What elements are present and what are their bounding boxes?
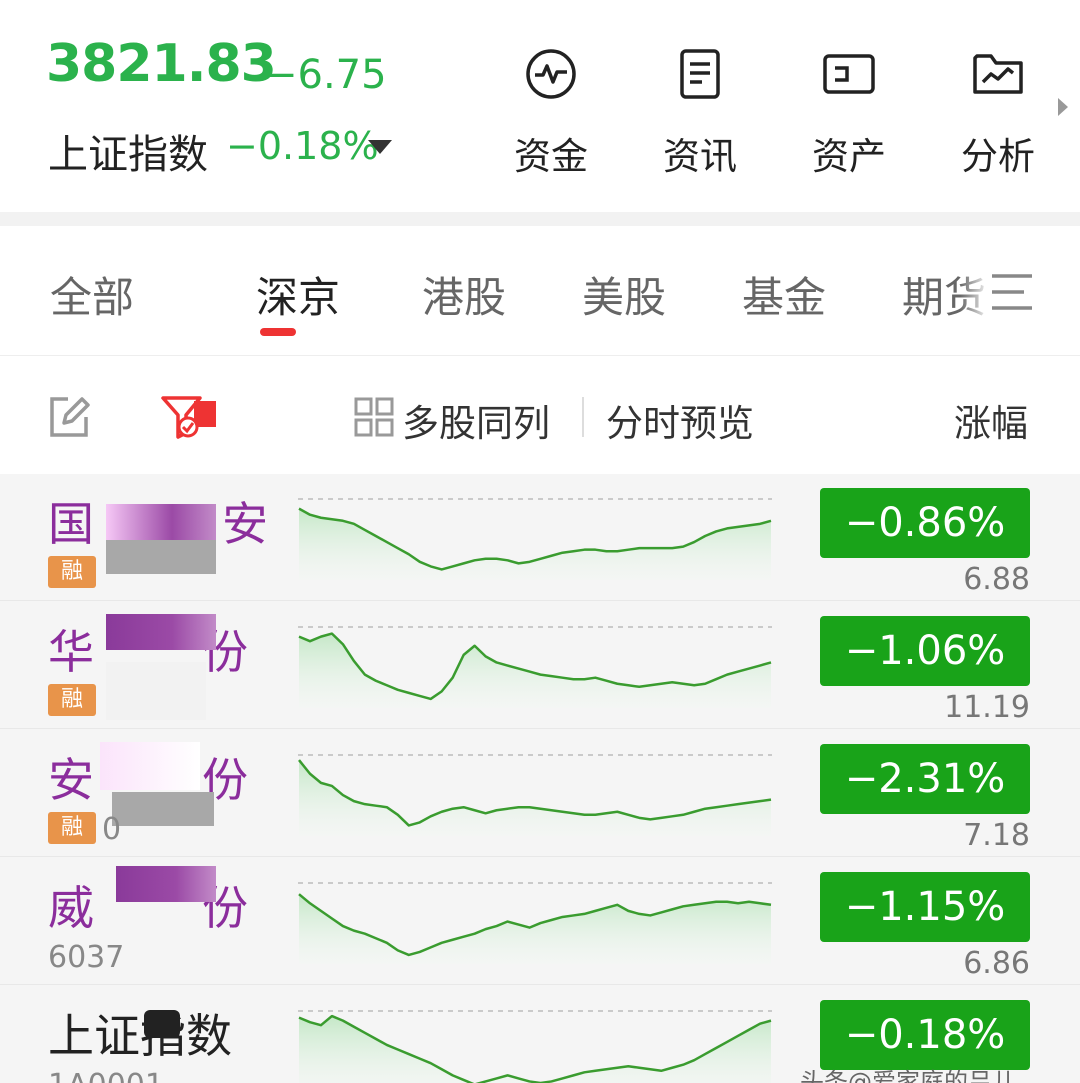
tab-sz-bj[interactable]: 深京	[256, 264, 340, 325]
sparkline-area	[299, 1016, 771, 1083]
tab-hk[interactable]: 港股	[422, 264, 506, 325]
wallet-icon	[823, 54, 875, 94]
change-pct-badge: −2.31%	[820, 744, 1030, 814]
news-label: 资讯	[663, 135, 737, 178]
section-divider	[0, 212, 1080, 226]
redaction	[144, 1010, 180, 1038]
margin-badge: 融	[48, 684, 96, 716]
sparkline-area	[299, 633, 771, 708]
grid-icon[interactable]	[354, 397, 394, 437]
stock-name: 国	[48, 497, 94, 551]
assets-button[interactable]: 资产	[794, 46, 904, 178]
redaction	[106, 662, 206, 720]
price: 11.19	[944, 690, 1030, 725]
chart-folder-icon	[973, 54, 1023, 94]
analysis-button[interactable]: 分析	[943, 46, 1053, 178]
margin-badge: 融	[48, 556, 96, 588]
index-pct: −0.18%	[226, 124, 379, 168]
intraday-sparkline	[298, 1010, 772, 1083]
stock-name-tail: 安	[222, 497, 268, 551]
edit-icon[interactable]	[46, 395, 90, 439]
stock-row[interactable]: 威 份 60371 −1.15% 6.86	[0, 858, 1080, 985]
index-header: 3821.83 −6.75 上证指数 −0.18% 资金 资讯 资产 分析	[0, 0, 1080, 212]
price: 6.86	[963, 946, 1030, 981]
intraday-sparkline	[298, 626, 772, 708]
intraday-sparkline	[298, 498, 772, 580]
news-icon	[680, 49, 720, 99]
stock-row[interactable]: 安 份 融 0 −2.31% 7.18	[0, 730, 1080, 857]
redaction	[116, 866, 216, 902]
watermark: 头条@爱家庭的吕儿	[800, 1068, 1016, 1083]
redaction	[100, 742, 200, 790]
stock-list: 国 安 融 −0.86% 6.88 华 份 融 −1.06% 11.19 安 份…	[0, 474, 1080, 1083]
tab-all[interactable]: 全部	[50, 264, 134, 325]
stock-name: 安	[48, 753, 94, 807]
stock-row[interactable]: 国 安 融 −0.86% 6.88	[0, 474, 1080, 601]
analysis-label: 分析	[961, 135, 1035, 178]
price: 7.18	[963, 818, 1030, 853]
stock-code: 0	[102, 812, 122, 847]
change-pct-badge: −1.15%	[820, 872, 1030, 942]
market-tabs: 全部 深京 港股 美股 基金 期货	[0, 226, 1080, 356]
redaction	[106, 504, 216, 540]
toolbar-divider	[582, 397, 584, 437]
funds-button[interactable]: 资金	[496, 46, 606, 178]
intraday-sparkline	[298, 754, 772, 836]
menu-icon[interactable]	[990, 270, 1034, 314]
index-name[interactable]: 上证指数	[48, 122, 208, 180]
stock-name: 威	[48, 881, 94, 935]
stock-code: 1A0001	[48, 1068, 164, 1083]
stock-row[interactable]: 华 份 融 −1.06% 11.19	[0, 602, 1080, 729]
pulse-icon	[526, 49, 576, 99]
list-toolbar: 多股同列 分时预览 涨幅	[0, 357, 1080, 474]
tab-active-indicator	[260, 328, 296, 336]
change-pct-badge: −0.86%	[820, 488, 1030, 558]
chevron-right-icon[interactable]	[1058, 98, 1068, 116]
stock-name: 上证指数	[48, 1009, 232, 1063]
index-value[interactable]: 3821.83	[46, 34, 277, 94]
multi-stock-button[interactable]: 多股同列	[402, 393, 550, 447]
sort-by-change-button[interactable]: 涨幅	[954, 393, 1028, 447]
funds-label: 资金	[514, 135, 588, 178]
redaction	[106, 540, 216, 574]
tab-fade	[960, 256, 990, 326]
redaction	[124, 938, 184, 978]
news-button[interactable]: 资讯	[645, 46, 755, 178]
tab-us[interactable]: 美股	[582, 264, 666, 325]
filter-icon[interactable]	[160, 393, 218, 441]
index-dropdown-icon[interactable]	[368, 140, 392, 154]
change-pct-badge: −0.18%	[820, 1000, 1030, 1070]
intraday-preview-button[interactable]: 分时预览	[606, 393, 754, 447]
redaction	[112, 792, 214, 826]
change-pct-badge: −1.06%	[820, 616, 1030, 686]
redaction	[106, 614, 216, 650]
sparkline-area	[299, 760, 771, 836]
sparkline-area	[299, 508, 771, 580]
assets-label: 资产	[812, 135, 886, 178]
margin-badge: 融	[48, 812, 96, 844]
tab-fund[interactable]: 基金	[742, 264, 826, 325]
stock-name: 华	[48, 625, 94, 679]
index-change: −6.75	[264, 52, 387, 98]
intraday-sparkline	[298, 882, 772, 964]
price: 6.88	[963, 562, 1030, 597]
